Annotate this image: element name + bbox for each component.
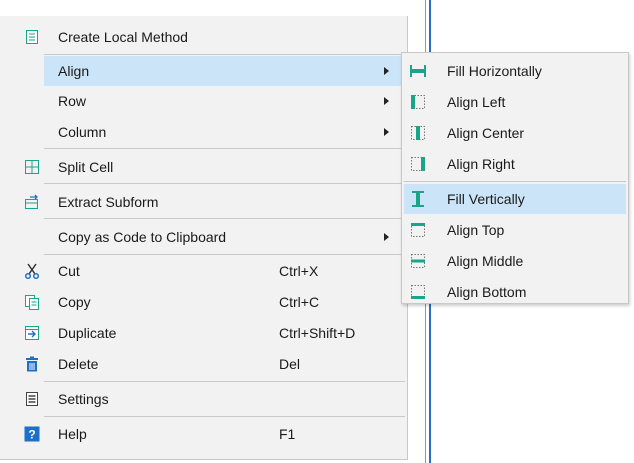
submenu-item-align-bottom[interactable]: Align Bottom: [402, 277, 628, 307]
menu-item-label: Cut: [58, 263, 80, 279]
menu-item-delete[interactable]: Delete Del: [0, 349, 407, 379]
menu-item-label: Settings: [58, 391, 109, 407]
document-icon: [24, 29, 40, 45]
shortcut-label: F1: [279, 426, 296, 442]
submenu-separator: [404, 181, 626, 182]
menu-separator: [44, 381, 405, 382]
submenu-item-fill-horizontally[interactable]: Fill Horizontally: [402, 56, 628, 86]
menu-item-cut[interactable]: Cut Ctrl+X: [0, 256, 407, 286]
menu-separator: [44, 148, 405, 149]
menu-item-settings[interactable]: Settings: [0, 384, 407, 414]
menu-item-label: Split Cell: [58, 159, 114, 175]
shortcut-label: Ctrl+X: [279, 263, 319, 279]
menu-item-create-local-method[interactable]: Create Local Method: [0, 22, 407, 52]
fill-vertically-icon: [410, 191, 426, 207]
submenu-item-fill-vertically[interactable]: Fill Vertically: [404, 184, 626, 214]
menu-item-label: Extract Subform: [58, 194, 159, 210]
menu-item-label: Duplicate: [58, 325, 117, 341]
menu-item-label: Column: [58, 124, 107, 140]
fill-horizontally-icon: [410, 63, 426, 79]
align-top-icon: [410, 222, 426, 238]
extract-subform-icon: [24, 194, 40, 210]
menu-item-extract-subform[interactable]: Extract Subform: [0, 187, 407, 217]
menu-separator: [44, 54, 405, 55]
menu-separator: [44, 416, 405, 417]
submenu-item-label: Align Left: [447, 94, 506, 110]
submenu-item-label: Fill Horizontally: [447, 63, 542, 79]
menu-item-split-cell[interactable]: Split Cell: [0, 152, 407, 182]
submenu-item-label: Fill Vertically: [447, 191, 525, 207]
submenu-arrow-icon: [384, 233, 389, 241]
align-center-icon: [410, 125, 426, 141]
menu-separator: [44, 254, 405, 255]
copy-icon: [24, 294, 40, 310]
menu-item-label: Create Local Method: [58, 29, 188, 45]
submenu-item-label: Align Right: [447, 156, 515, 172]
submenu-item-label: Align Bottom: [447, 284, 527, 300]
svg-text:?: ?: [28, 428, 35, 442]
submenu-arrow-icon: [384, 128, 389, 136]
context-menu: Create Local Method Align Row Column Spl…: [0, 16, 408, 460]
menu-item-column[interactable]: Column: [0, 117, 407, 147]
shortcut-label: Del: [279, 356, 301, 372]
menu-item-row[interactable]: Row: [0, 86, 407, 116]
submenu-item-align-center[interactable]: Align Center: [402, 118, 628, 148]
menu-separator: [44, 218, 405, 219]
menu-item-copy[interactable]: Copy Ctrl+C: [0, 287, 407, 317]
split-cell-icon: [24, 159, 40, 175]
menu-item-label: Copy as Code to Clipboard: [58, 229, 227, 245]
scissors-icon: [24, 263, 40, 279]
submenu-arrow-icon: [384, 97, 389, 105]
align-submenu: Fill Horizontally Align Left Align Cente…: [401, 52, 629, 304]
menu-item-label: Align: [58, 63, 90, 79]
align-right-icon: [410, 156, 426, 172]
submenu-arrow-icon: [384, 67, 389, 75]
menu-item-label: Help: [58, 426, 87, 442]
trash-icon: [24, 356, 40, 372]
shortcut-label: Ctrl+Shift+D: [279, 325, 356, 341]
menu-item-label: Delete: [58, 356, 99, 372]
align-bottom-icon: [410, 284, 426, 300]
align-left-icon: [410, 94, 426, 110]
submenu-item-label: Align Center: [447, 125, 525, 141]
duplicate-icon: [24, 325, 40, 341]
submenu-item-align-middle[interactable]: Align Middle: [402, 246, 628, 276]
menu-item-help[interactable]: ? Help F1: [0, 419, 407, 449]
menu-separator: [44, 183, 405, 184]
menu-item-label: Copy: [58, 294, 91, 310]
submenu-item-label: Align Middle: [447, 253, 524, 269]
menu-item-label: Row: [58, 93, 87, 109]
align-middle-icon: [410, 253, 426, 269]
submenu-item-align-top[interactable]: Align Top: [402, 215, 628, 245]
help-icon: ?: [24, 426, 40, 442]
menu-item-duplicate[interactable]: Duplicate Ctrl+Shift+D: [0, 318, 407, 348]
submenu-item-label: Align Top: [447, 222, 505, 238]
menu-item-align[interactable]: Align: [44, 56, 405, 86]
submenu-item-align-left[interactable]: Align Left: [402, 87, 628, 117]
shortcut-label: Ctrl+C: [279, 294, 320, 310]
settings-icon: [24, 391, 40, 407]
menu-item-copy-as-code[interactable]: Copy as Code to Clipboard: [0, 222, 407, 252]
submenu-item-align-right[interactable]: Align Right: [402, 149, 628, 179]
